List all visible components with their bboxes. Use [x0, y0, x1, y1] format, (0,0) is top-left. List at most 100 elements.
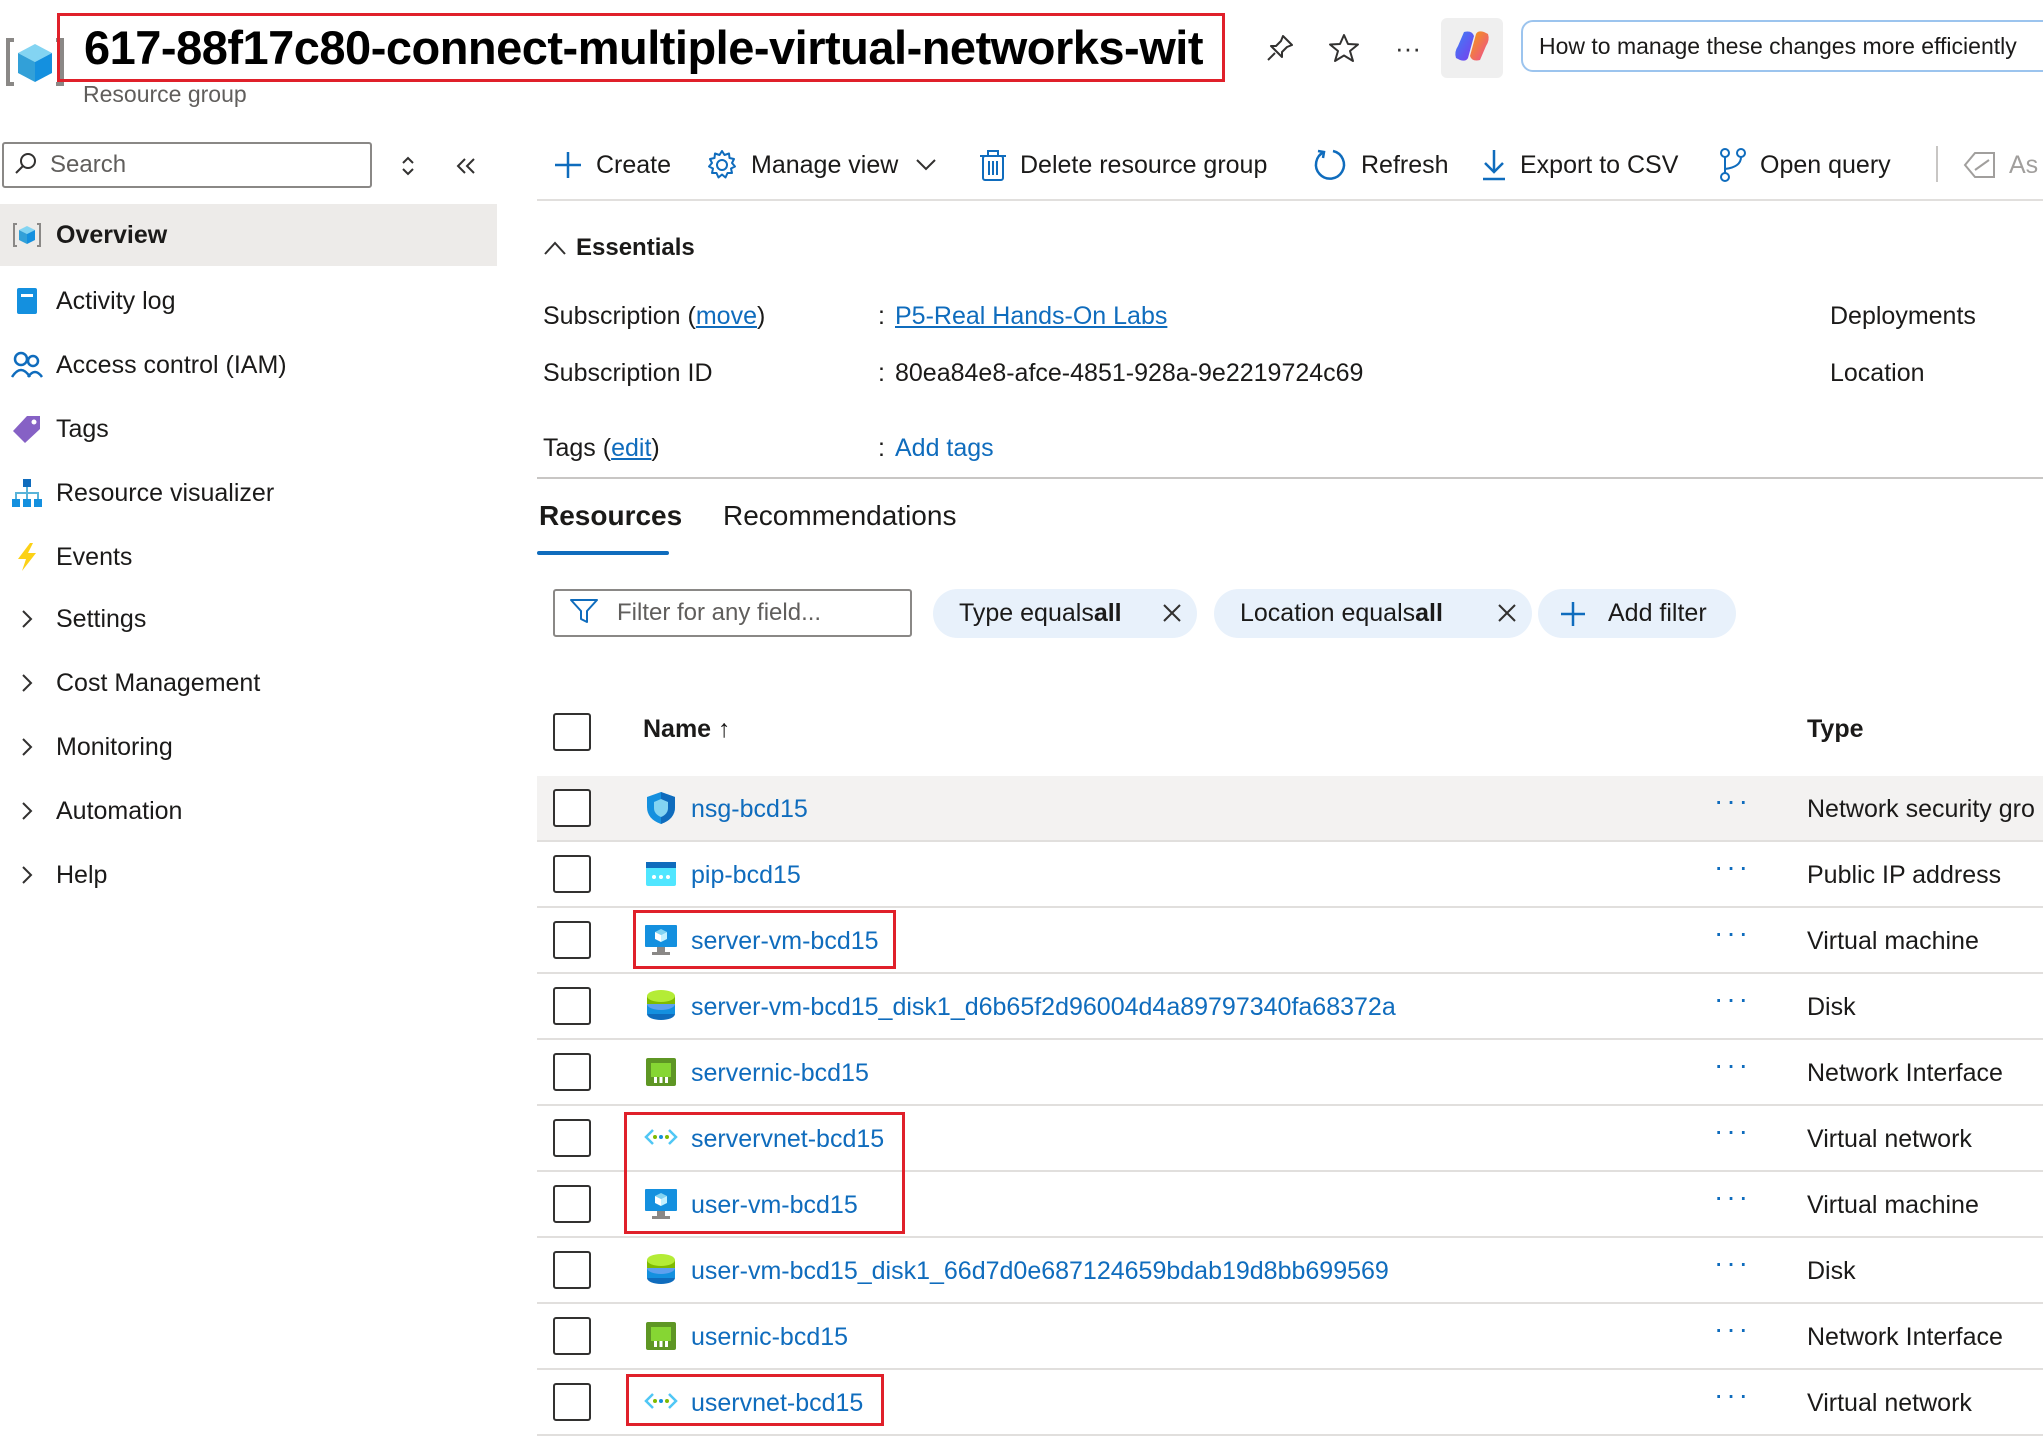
row-more-button[interactable]: ··· — [1714, 1181, 1751, 1213]
manage-view-button[interactable]: Manage view — [705, 140, 938, 190]
nav-search-box[interactable] — [2, 142, 372, 188]
table-header: Name ↑ Type — [537, 702, 2043, 762]
column-header-name[interactable]: Name ↑ — [643, 715, 731, 744]
table-row[interactable]: user-vm-bcd15_disk1_66d7d0e687124659bdab… — [537, 1238, 2043, 1304]
nav-item-help[interactable]: Help — [0, 844, 497, 906]
table-row[interactable]: pip-bcd15 ··· Public IP address — [537, 842, 2043, 908]
nav-item-events[interactable]: Events — [0, 526, 497, 588]
nav-item-label: Monitoring — [56, 732, 173, 761]
nic-icon — [643, 1054, 679, 1090]
resource-link[interactable]: pip-bcd15 — [691, 861, 801, 890]
annotation-highlight — [624, 1112, 905, 1234]
table-row[interactable]: servernic-bcd15 ··· Network Interface — [537, 1040, 2043, 1106]
subscription-id-value: 80ea84e8-afce-4851-928a-9e2219724c69 — [895, 359, 1364, 387]
annotation-highlight — [626, 1374, 884, 1426]
tab-recommendations[interactable]: Recommendations — [723, 500, 956, 532]
table-row[interactable]: server-vm-bcd15_disk1_d6b65f2d96004d4a89… — [537, 974, 2043, 1040]
nav-item-activity-log[interactable]: Activity log — [0, 270, 497, 332]
export-csv-button[interactable]: Export to CSV — [1480, 140, 1678, 190]
location-filter-pill[interactable]: Location equals all — [1214, 589, 1532, 638]
essentials-toggle[interactable]: Essentials — [542, 234, 695, 262]
resource-link[interactable]: user-vm-bcd15_disk1_66d7d0e687124659bdab… — [691, 1257, 1389, 1286]
nav-item-overview[interactable]: Overview — [0, 204, 497, 266]
nsg-shield-icon — [643, 790, 679, 826]
nav-item-settings[interactable]: Settings — [0, 588, 497, 650]
more-icon[interactable]: ··· — [1388, 28, 1428, 68]
sort-toggle-icon[interactable] — [396, 152, 420, 180]
resource-link[interactable]: nsg-bcd15 — [691, 795, 808, 824]
star-icon[interactable] — [1324, 28, 1364, 68]
filter-box[interactable] — [553, 589, 912, 637]
filter-icon — [569, 597, 599, 630]
copilot-button[interactable] — [1441, 18, 1503, 78]
add-filter-button[interactable]: Add filter — [1538, 589, 1736, 638]
resource-link[interactable]: usernic-bcd15 — [691, 1323, 848, 1352]
row-more-button[interactable]: ··· — [1714, 917, 1751, 949]
refresh-button[interactable]: Refresh — [1313, 140, 1449, 190]
type-filter-value: all — [1093, 599, 1122, 627]
colon: : — [878, 434, 885, 462]
page-title-highlight: 617-88f17c80-connect-multiple-virtual-ne… — [57, 13, 1225, 82]
row-checkbox[interactable] — [553, 1053, 591, 1091]
delete-resource-group-button[interactable]: Delete resource group — [978, 140, 1267, 190]
row-more-button[interactable]: ··· — [1714, 785, 1751, 817]
nav-item-label: Settings — [56, 604, 147, 633]
row-more-button[interactable]: ··· — [1714, 1049, 1751, 1081]
row-checkbox[interactable] — [553, 1119, 591, 1157]
type-filter-pill[interactable]: Type equals all — [933, 589, 1197, 638]
activity-log-icon — [4, 278, 50, 324]
toolbar-divider — [537, 199, 2043, 201]
resource-group-icon — [4, 212, 50, 258]
tab-active-indicator — [537, 551, 669, 555]
nav-search-input[interactable] — [48, 150, 352, 180]
resource-link[interactable]: server-vm-bcd15_disk1_d6b65f2d96004d4a89… — [691, 993, 1396, 1022]
close-icon[interactable] — [1161, 602, 1183, 624]
row-more-button[interactable]: ··· — [1714, 1313, 1751, 1345]
copilot-icon — [1452, 26, 1492, 71]
chevron-up-icon — [542, 239, 568, 257]
row-more-button[interactable]: ··· — [1714, 851, 1751, 883]
tags-edit-link[interactable]: edit — [611, 434, 651, 462]
nav-item-automation[interactable]: Automation — [0, 780, 497, 842]
table-row[interactable]: nsg-bcd15 ··· Network security gro — [537, 776, 2043, 842]
filter-input[interactable] — [615, 598, 899, 628]
column-header-type[interactable]: Type — [1807, 715, 1864, 744]
manage-view-label: Manage view — [751, 150, 899, 179]
select-all-checkbox[interactable] — [553, 713, 591, 751]
row-more-button[interactable]: ··· — [1714, 1247, 1751, 1279]
row-checkbox[interactable] — [553, 921, 591, 959]
nav-item-cost-management[interactable]: Cost Management — [0, 652, 497, 714]
row-checkbox[interactable] — [553, 1251, 591, 1289]
row-checkbox[interactable] — [553, 789, 591, 827]
row-checkbox[interactable] — [553, 1383, 591, 1421]
row-more-button[interactable]: ··· — [1714, 1115, 1751, 1147]
collapse-nav-icon[interactable] — [453, 152, 479, 180]
nav-item-access-control[interactable]: Access control (IAM) — [0, 334, 497, 396]
resource-type: Disk — [1807, 993, 1856, 1021]
create-button[interactable]: Create — [552, 140, 671, 190]
resource-link[interactable]: servernic-bcd15 — [691, 1059, 869, 1088]
tab-resources[interactable]: Resources — [539, 500, 682, 532]
plus-icon — [552, 149, 584, 181]
nav-item-tags[interactable]: Tags — [0, 398, 497, 460]
copilot-suggestion[interactable]: How to manage these changes more efficie… — [1521, 20, 2043, 72]
row-more-button[interactable]: ··· — [1714, 983, 1751, 1015]
pin-icon[interactable] — [1260, 28, 1300, 68]
close-icon[interactable] — [1496, 602, 1518, 624]
hierarchy-icon — [4, 470, 50, 516]
nav-item-resource-visualizer[interactable]: Resource visualizer — [0, 462, 497, 524]
nav-item-label: Automation — [56, 796, 183, 825]
assign-tags-button[interactable]: As — [1963, 140, 2038, 190]
nav-item-monitoring[interactable]: Monitoring — [0, 716, 497, 778]
row-checkbox[interactable] — [553, 855, 591, 893]
subscription-move-link[interactable]: move — [696, 302, 757, 330]
open-query-button[interactable]: Open query — [1718, 140, 1891, 190]
subscription-value-link[interactable]: P5-Real Hands-On Labs — [895, 302, 1167, 330]
row-more-button[interactable]: ··· — [1714, 1379, 1751, 1411]
row-checkbox[interactable] — [553, 1317, 591, 1355]
row-checkbox[interactable] — [553, 987, 591, 1025]
tags-label: Tags (edit) — [543, 434, 660, 462]
row-checkbox[interactable] — [553, 1185, 591, 1223]
table-row[interactable]: usernic-bcd15 ··· Network Interface — [537, 1304, 2043, 1370]
add-tags-link[interactable]: Add tags — [895, 434, 994, 462]
